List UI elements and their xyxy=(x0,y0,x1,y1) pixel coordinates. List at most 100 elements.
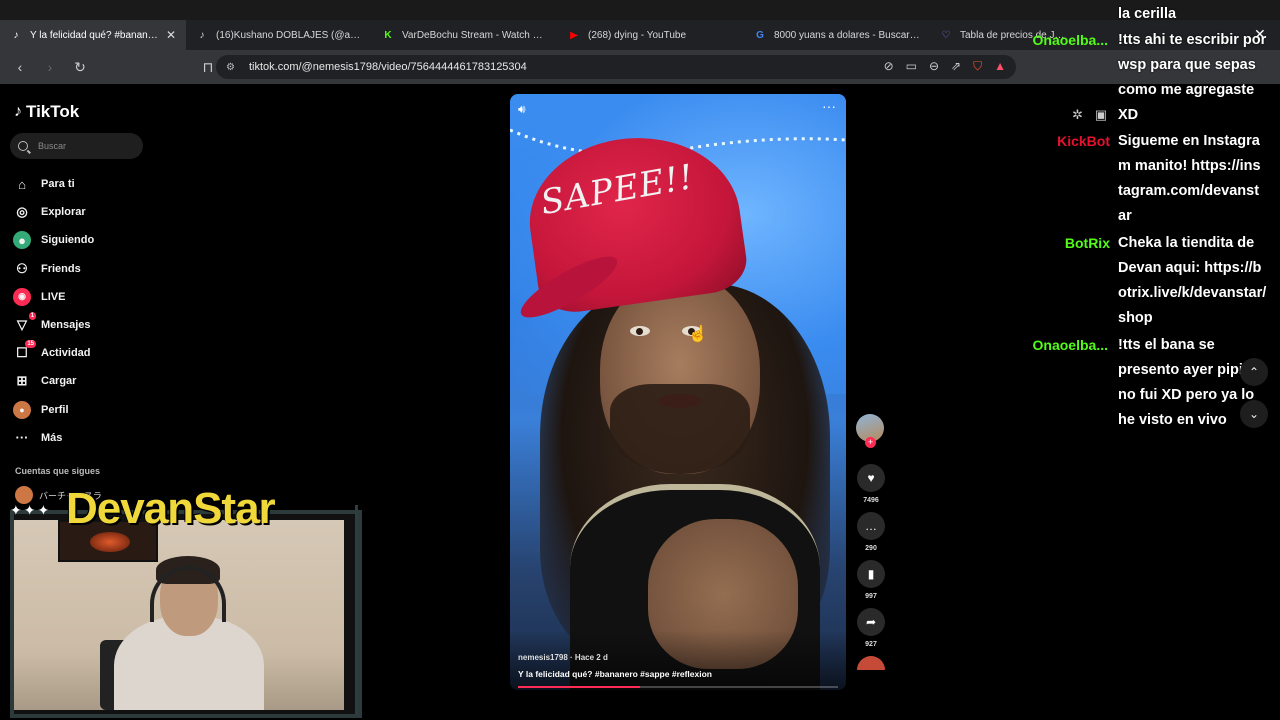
profile-icon: ● xyxy=(13,400,31,419)
chat-username: KickBot xyxy=(1057,133,1110,149)
streamer-name: DevanStar xyxy=(66,484,276,533)
tiktok-nav: ⌂ Para ti ◎ Explorar ● Siguiendo ⚇ Frien… xyxy=(13,170,94,452)
close-icon[interactable]: ✕ xyxy=(1254,26,1266,43)
messages-badge: 1 xyxy=(28,312,36,321)
following-icon: ● xyxy=(13,231,31,250)
video-action-bar: + ♥ 7496 … 290 ▮ 997 ➦ 927 xyxy=(856,414,886,670)
creator-avatar[interactable]: + xyxy=(856,414,884,448)
video-caption: Y la felicidad qué? #bananero #sappe #re… xyxy=(518,669,712,679)
url-action-icons: ⊘ ▭ ⊖ ⇗ ⛉ ▲ xyxy=(884,59,1006,74)
tiktok-logo-icon: ♪ xyxy=(14,103,22,120)
volume-icon[interactable]: 🔊︎ xyxy=(518,102,526,117)
tab-tiktok-active[interactable]: ♪ Y la felicidad qué? #bananero ✕ xyxy=(0,20,186,50)
video-player[interactable]: SAPEE!! 🔊︎ ··· nemesis1798 · Hace 2 d Y … xyxy=(510,94,846,690)
reload-icon[interactable]: ↻ xyxy=(68,55,92,79)
video-person-mouth xyxy=(658,394,702,408)
like-action[interactable]: ♥ 7496 xyxy=(856,464,886,504)
following-header: Cuentas que sigues xyxy=(15,466,101,476)
brave-rewards-icon[interactable]: ▲ xyxy=(994,59,1006,74)
tab-label: 8000 yuans a dolares - Buscar con xyxy=(774,29,920,41)
chevron-up-icon[interactable]: ⌃ xyxy=(1240,358,1268,386)
more-options-icon[interactable]: ··· xyxy=(822,98,836,114)
tab-kushano[interactable]: ♪ (16)Kushano DOBLAJES (@angelk xyxy=(186,20,372,50)
chat-message-text: !tts ahi te escribir por wsp para que se… xyxy=(1118,32,1267,123)
video-person-eye xyxy=(630,326,650,336)
nav-item-mas[interactable]: ··· Más xyxy=(13,424,94,452)
chat-username: BotRix xyxy=(1064,235,1110,251)
mute-icon[interactable]: ⊘ xyxy=(884,59,894,74)
nav-label: Explorar xyxy=(41,206,86,219)
google-icon: G xyxy=(756,29,764,41)
nav-item-siguiendo[interactable]: ● Siguiendo xyxy=(13,226,94,254)
nav-item-explorar[interactable]: ◎ Explorar xyxy=(13,198,94,226)
chat-message-text: Cheka la tiendita de Devan aqui: https:/… xyxy=(1118,235,1267,326)
save-action[interactable]: ▮ 997 xyxy=(856,560,886,600)
nav-label: Para ti xyxy=(41,178,75,191)
tab-youtube[interactable]: ▶ (268) dying - YouTube xyxy=(558,20,744,50)
close-icon[interactable]: ✕ xyxy=(166,28,176,42)
screen: ♪ Y la felicidad qué? #bananero ✕ ♪ (16)… xyxy=(0,0,1280,720)
extensions-icon[interactable]: ✲ xyxy=(1072,107,1083,123)
tab-google[interactable]: G 8000 yuans a dolares - Buscar con xyxy=(744,20,930,50)
sidebar-icon[interactable]: ▣ xyxy=(1095,107,1107,123)
browser-toolbar-icons: ✲ ▣ xyxy=(1072,107,1107,123)
follow-plus-icon[interactable]: + xyxy=(865,437,876,448)
site-settings-icon[interactable]: ⚙ xyxy=(226,62,235,73)
nav-label: Actividad xyxy=(41,347,91,360)
search-icon xyxy=(18,141,28,151)
nav-label: Friends xyxy=(41,262,81,275)
comment-icon[interactable]: … xyxy=(857,512,885,540)
webcam-feed xyxy=(14,520,344,710)
music-disc-icon[interactable] xyxy=(857,656,885,670)
comment-action[interactable]: … 290 xyxy=(856,512,886,552)
url-text: tiktok.com/@nemesis1798/video/7564444461… xyxy=(248,61,527,73)
share-icon[interactable]: ➦ xyxy=(857,608,885,636)
nav-label: Mensajes xyxy=(41,319,91,332)
tiktok-logo[interactable]: ♪ TikTok xyxy=(14,102,79,122)
friends-icon: ⚇ xyxy=(16,260,28,276)
home-icon: ⌂ xyxy=(18,176,26,192)
url-input[interactable]: ⚙ tiktok.com/@nemesis1798/video/75644444… xyxy=(216,55,1016,79)
nav-label: Más xyxy=(41,431,63,444)
zoom-icon[interactable]: ⊖ xyxy=(929,59,939,74)
chat-username: Onaoelba... xyxy=(1032,32,1108,48)
forward-arrow-icon[interactable]: › xyxy=(38,55,62,79)
nav-item-live[interactable]: ◉ LIVE xyxy=(13,283,94,311)
nav-item-friends[interactable]: ⚇ Friends xyxy=(13,255,94,283)
search-input[interactable]: Buscar xyxy=(10,133,143,159)
sparkle-icon: ✦✦✦ xyxy=(10,502,52,518)
video-author[interactable]: nemesis1798 · Hace 2 d xyxy=(518,653,608,662)
youtube-icon: ▶ xyxy=(570,29,578,41)
back-arrow-icon[interactable]: ‹ xyxy=(8,55,32,79)
share-action[interactable]: ➦ 927 xyxy=(856,608,886,648)
chevron-down-icon[interactable]: ⌄ xyxy=(1240,400,1268,428)
hand-cursor-icon: ☝ xyxy=(688,326,708,343)
compass-icon: ◎ xyxy=(16,204,28,220)
like-count: 7496 xyxy=(863,497,879,504)
picture-in-picture-icon[interactable]: ▭ xyxy=(906,59,917,74)
heart-icon: ♡ xyxy=(941,29,951,41)
nav-label: Cargar xyxy=(41,375,77,388)
brave-shield-icon[interactable]: ⛉ xyxy=(973,59,982,74)
bookmark-icon[interactable]: ▮ xyxy=(857,560,885,588)
nav-item-para-ti[interactable]: ⌂ Para ti xyxy=(13,170,94,198)
nav-item-actividad[interactable]: ☐ 15 Actividad xyxy=(13,339,94,367)
video-progress-bar[interactable] xyxy=(518,686,838,688)
stream-top-strip xyxy=(0,0,1280,20)
comment-count: 290 xyxy=(865,545,877,552)
tab-label: (16)Kushano DOBLAJES (@angelk xyxy=(216,29,362,41)
nav-item-perfil[interactable]: ● Perfil xyxy=(13,396,94,424)
nav-label: LIVE xyxy=(41,290,66,303)
chat-message-text: la cerilla xyxy=(1118,6,1177,22)
webcam-border-accent xyxy=(340,505,358,715)
nav-item-mensajes[interactable]: ▽ 1 Mensajes xyxy=(13,311,94,339)
chat-message-text: Sigueme en Instagram manito! https://ins… xyxy=(1118,133,1261,224)
heart-icon[interactable]: ♥ xyxy=(857,464,885,492)
browser-address-bar: ‹ › ↻ ⊓ ⚙ tiktok.com/@nemesis1798/video/… xyxy=(0,50,1280,122)
tiktok-logo-text: TikTok xyxy=(26,102,80,121)
tab-kick[interactable]: K VarDeBochu Stream - Watch Live xyxy=(372,20,558,50)
nav-item-cargar[interactable]: ⊞ Cargar xyxy=(13,367,94,395)
nav-label: Siguiendo xyxy=(41,234,95,247)
share-icon[interactable]: ⇗ xyxy=(951,59,961,74)
tiktok-icon: ♪ xyxy=(199,29,205,41)
